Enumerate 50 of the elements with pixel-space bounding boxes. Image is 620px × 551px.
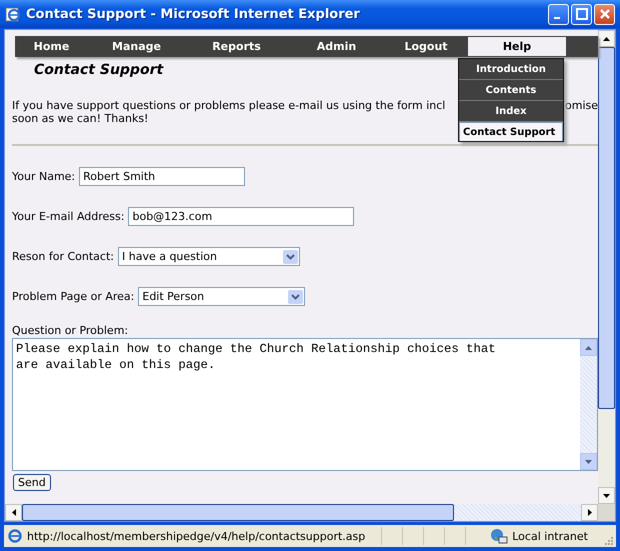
text-field[interactable]: bob@123.com — [128, 207, 354, 226]
menu-item[interactable]: Logout — [385, 36, 467, 57]
close-button[interactable] — [594, 4, 615, 24]
page-icon — [7, 528, 23, 544]
chevron-icon — [282, 250, 298, 264]
dropdown-item[interactable]: Contact Support — [459, 122, 563, 141]
field-label: Your Name: — [12, 170, 76, 183]
close-icon — [598, 8, 610, 20]
dropdown-item[interactable]: Contents — [459, 80, 563, 101]
up-arrow-icon — [585, 346, 592, 350]
menu-item[interactable]: Home — [15, 36, 88, 57]
chevron-icon — [288, 290, 304, 304]
menu-item[interactable]: Help — [467, 36, 567, 57]
up-arrow-icon — [603, 36, 610, 40]
down-arrow-icon — [585, 460, 592, 464]
left-arrow-icon — [12, 509, 16, 516]
page-scrollbar[interactable] — [598, 30, 615, 504]
page-heading: Contact Support — [34, 62, 164, 78]
scrollbar-corner — [598, 504, 615, 521]
dropdown-field[interactable]: Edit Person — [138, 287, 306, 306]
resize-grip[interactable] — [603, 535, 613, 545]
field-label: Question or Problem: — [12, 324, 130, 337]
intro-text: soon as we can! Thanks! — [12, 112, 150, 125]
scrollbar[interactable] — [580, 339, 597, 470]
intro-text: omise — [565, 99, 598, 112]
send-button[interactable]: Send — [13, 474, 51, 491]
maximize-button[interactable] — [571, 4, 592, 24]
browser-icon — [5, 6, 21, 22]
intro-text: If you have support questions or problems please e-mail us using the form incl — [12, 99, 446, 112]
right-arrow-icon — [588, 509, 592, 516]
horizontal-scrollbar[interactable] — [5, 504, 598, 521]
dropdown-item[interactable]: Introduction — [459, 59, 563, 80]
menu-item[interactable]: Manage — [88, 36, 185, 57]
menu-item[interactable]: Reports — [185, 36, 288, 57]
down-arrow-icon — [603, 494, 610, 498]
maximize-icon — [576, 8, 588, 20]
dropdown-field[interactable]: I have a question — [118, 247, 300, 266]
zone-label: Local intranet — [512, 530, 589, 542]
minimize-icon — [554, 17, 560, 19]
text-field[interactable]: Robert Smith — [79, 167, 246, 186]
field-label: Your E-mail Address: — [12, 210, 124, 223]
dropdown-item[interactable]: Index — [459, 101, 563, 122]
status-url: http://localhost/membershipedge/v4/help/contactsupport.asp — [27, 530, 366, 542]
menu-item[interactable]: Admin — [288, 36, 385, 57]
question-field[interactable]: Please explain how to change the Church Relationship choices that are available on this page. — [12, 338, 598, 471]
globe-icon — [490, 528, 508, 544]
minimize-button[interactable] — [548, 4, 569, 24]
window-title: Contact Support - Microsoft Internet Explorer — [26, 6, 361, 22]
field-label: Problem Page or Area: — [12, 290, 134, 303]
field-label: Reson for Contact: — [12, 250, 114, 263]
